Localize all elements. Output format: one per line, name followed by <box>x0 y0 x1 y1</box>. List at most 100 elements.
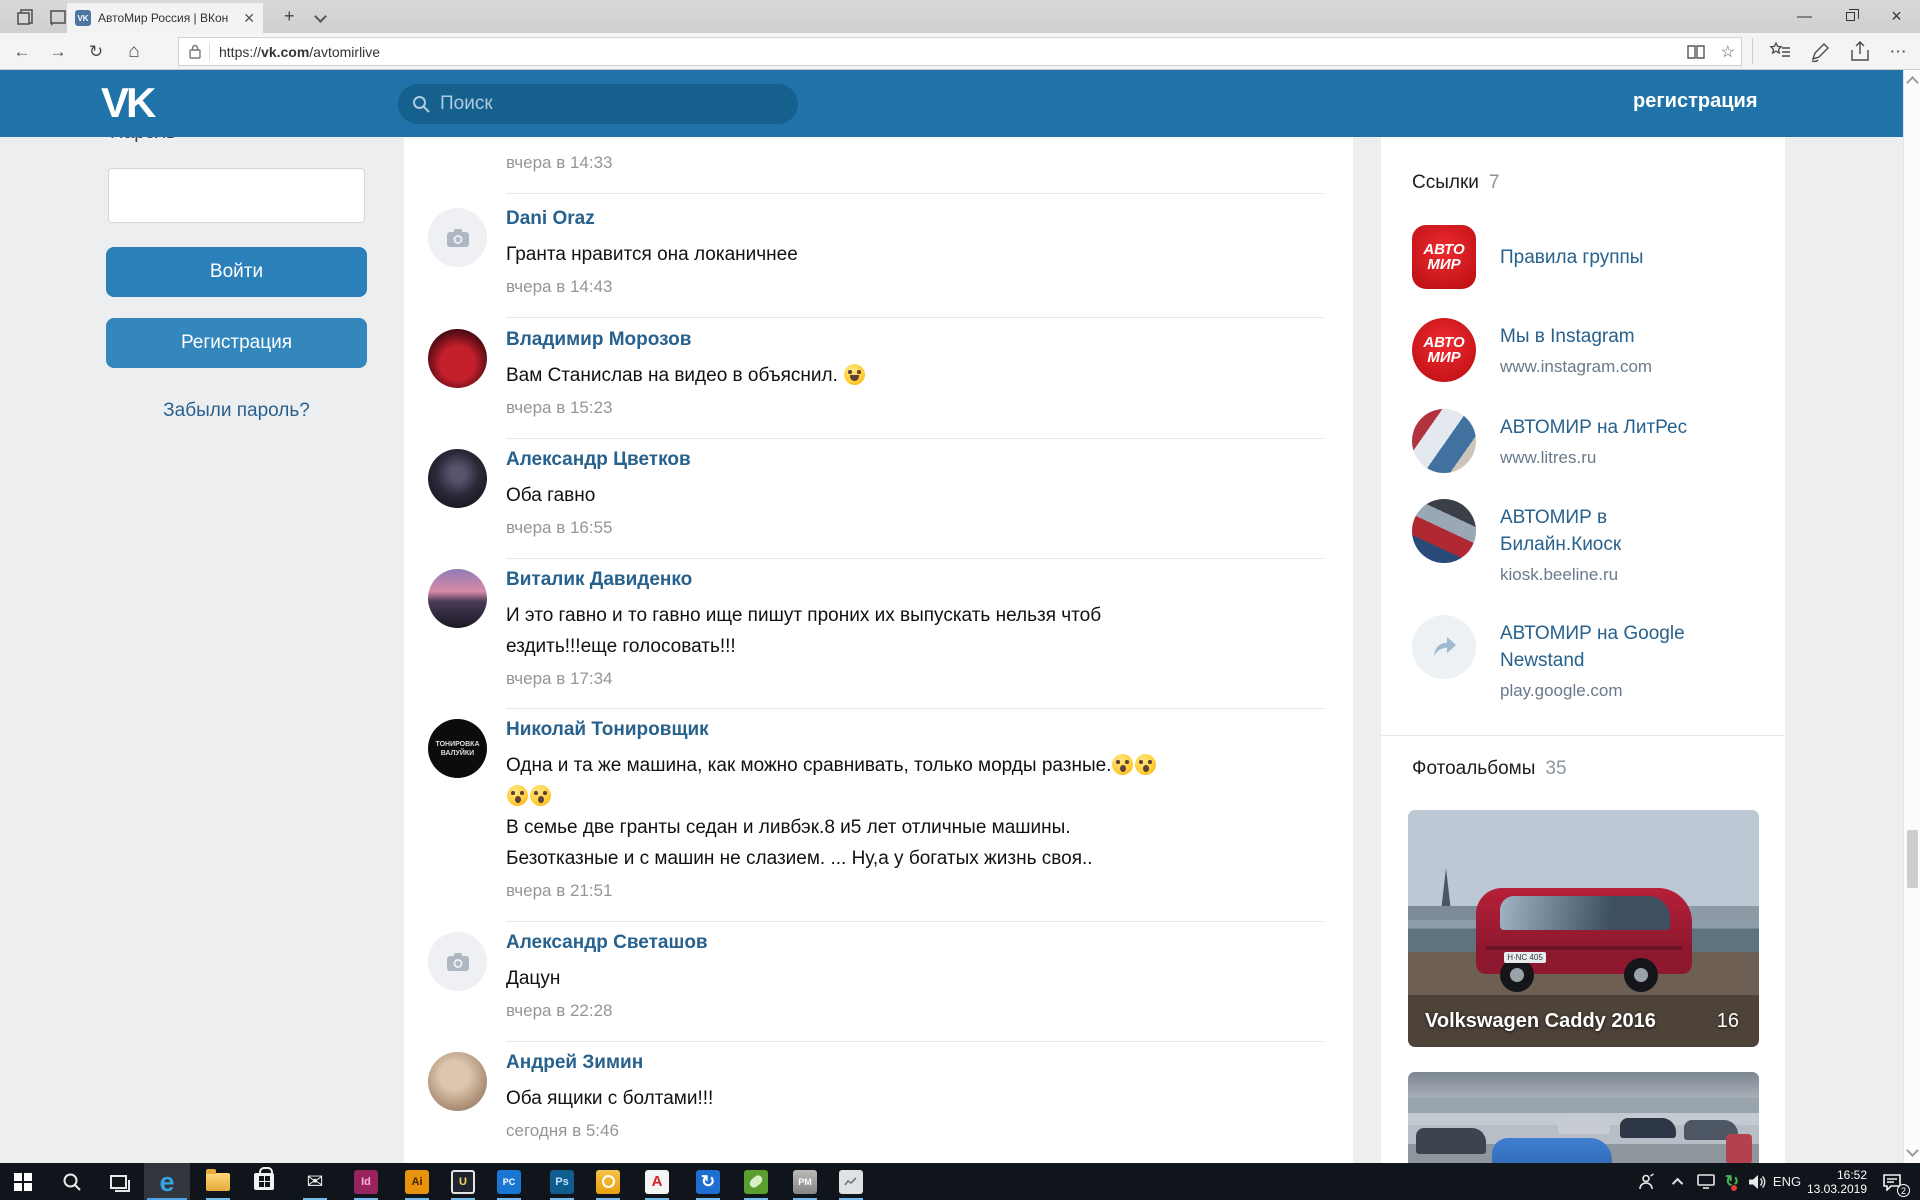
tray-clock[interactable]: 16:5213.03.2019 <box>1806 1163 1868 1200</box>
taskbar-green-app-icon[interactable] <box>733 1163 779 1200</box>
tab-title: АвтоМир Россия | ВКон <box>98 11 236 25</box>
taskbar-planner-app-icon[interactable] <box>585 1163 631 1200</box>
login-button[interactable]: Войти <box>106 247 367 297</box>
browser-scrollbar[interactable] <box>1903 70 1920 1163</box>
taskbar-photoshop-icon[interactable]: Ps <box>539 1163 585 1200</box>
tray-chevron-up-icon[interactable] <box>1665 1163 1693 1200</box>
taskbar-illustrator-icon[interactable]: Ai <box>394 1163 440 1200</box>
reading-view-icon[interactable] <box>1687 44 1705 60</box>
tray-people-icon[interactable] <box>1630 1163 1662 1200</box>
albums-section-header[interactable]: Фотоальбомы35 <box>1412 758 1567 780</box>
comment-author-link[interactable]: Андрей Зимин <box>506 1052 1336 1074</box>
separator <box>506 921 1324 922</box>
search-box[interactable] <box>398 84 798 124</box>
taskbar-indesign-icon[interactable]: Id <box>343 1163 389 1200</box>
comment-author-link[interactable]: Dani Oraz <box>506 208 1336 230</box>
comment-timestamp[interactable]: вчера в 14:43 <box>506 277 1336 297</box>
window-restore-button[interactable] <box>1828 0 1873 32</box>
links-count: 7 <box>1489 172 1500 193</box>
sidebar-link-google-newstand[interactable]: АВТОМИР на Google Newstandplay.google.co… <box>1412 615 1762 711</box>
sidebar-link-instagram[interactable]: АВТО МИР Мы в Instagramwww.instagram.com <box>1412 318 1762 382</box>
taskbar-pagemaker-icon[interactable]: PM <box>782 1163 828 1200</box>
tray-date: 13.03.2019 <box>1807 1182 1867 1196</box>
tab-close-icon[interactable]: ✕ <box>243 10 255 27</box>
tab-list-chevron-icon[interactable] <box>314 10 327 23</box>
taskbar-file-explorer-icon[interactable] <box>195 1163 241 1200</box>
scroll-down-arrow-icon[interactable] <box>1906 1144 1919 1157</box>
taskbar-acrobat-icon[interactable]: A <box>634 1163 680 1200</box>
sidebar-link-rules[interactable]: АВТО МИР Правила группы <box>1412 225 1762 289</box>
avatar-camera-placeholder-icon[interactable] <box>428 208 487 267</box>
annotate-pen-icon[interactable] <box>1808 40 1832 64</box>
comment-author-link[interactable]: Александр Светашов <box>506 932 1336 954</box>
taskbar-mail-icon[interactable]: ✉ <box>292 1163 338 1200</box>
avatar-tinting-logo[interactable]: ТОНИРОВКА ВАЛУЙКИ <box>428 719 487 778</box>
comment-timestamp[interactable]: вчера в 17:34 <box>506 669 1336 689</box>
comment-author-link[interactable]: Александр Цветков <box>506 449 1336 471</box>
browser-titlebar: VK АвтоМир Россия | ВКон ✕ + — × <box>0 0 1920 33</box>
taskbar-sync-app-icon[interactable]: ↻ <box>685 1163 731 1200</box>
comment-timestamp[interactable]: вчера в 14:33 <box>506 153 613 173</box>
back-icon[interactable]: ← <box>10 40 34 64</box>
taskbar-search-icon[interactable] <box>49 1163 95 1200</box>
register-button[interactable]: Регистрация <box>106 318 367 368</box>
links-section-header[interactable]: Ссылки7 <box>1412 172 1499 194</box>
avatar-red-car-photo[interactable] <box>428 329 487 388</box>
scrollbar-thumb[interactable] <box>1907 830 1918 888</box>
taskbar-store-icon[interactable] <box>241 1163 287 1200</box>
avatar-dark-portrait-photo[interactable] <box>428 449 487 508</box>
avatar-marble-photo[interactable] <box>428 1052 487 1111</box>
header-register-link[interactable]: регистрация <box>1633 90 1757 113</box>
forgot-password-link[interactable]: Забыли пароль? <box>106 400 367 422</box>
taskbar-scanner-app-icon[interactable]: U <box>440 1163 486 1200</box>
avatar-sunset-photo[interactable] <box>428 569 487 628</box>
taskbar-pc-app-icon[interactable]: PC <box>486 1163 532 1200</box>
tray-network-icon[interactable] <box>1692 1163 1720 1200</box>
home-icon[interactable]: ⌂ <box>122 40 146 64</box>
search-input[interactable] <box>440 93 760 115</box>
task-view-icon[interactable] <box>95 1163 141 1200</box>
window-close-button[interactable]: × <box>1874 0 1919 32</box>
avtomir-logo: АВТО МИР <box>1412 225 1476 289</box>
tab-preview-icon[interactable] <box>48 7 68 27</box>
comment-timestamp[interactable]: вчера в 21:51 <box>506 881 1336 901</box>
comment-timestamp[interactable]: вчера в 15:23 <box>506 398 1336 418</box>
comment-author-link[interactable]: Виталик Давиденко <box>506 569 1336 591</box>
comment-timestamp[interactable]: сегодня в 5:46 <box>506 1121 1336 1141</box>
tray-language-label[interactable]: ENG <box>1770 1163 1804 1200</box>
comment-text: Оба гавно <box>506 480 1336 511</box>
link-url: www.litres.ru <box>1500 445 1687 470</box>
set-tabs-aside-icon[interactable] <box>16 7 36 27</box>
start-button[interactable] <box>0 1163 46 1200</box>
browser-tab[interactable]: VK АвтоМир Россия | ВКон ✕ <box>67 3 263 33</box>
hub-icon[interactable] <box>1768 40 1792 64</box>
sidebar-link-litres[interactable]: АВТОМИР на ЛитРесwww.litres.ru <box>1412 409 1762 473</box>
address-bar[interactable]: https://vk.com/avtomirlive ☆ <box>178 37 1742 66</box>
vk-logo[interactable]: VK <box>101 79 153 127</box>
lock-icon <box>189 44 201 59</box>
taskbar-monitor-app-icon[interactable] <box>828 1163 874 1200</box>
forward-icon[interactable]: → <box>46 40 70 64</box>
refresh-icon[interactable]: ↻ <box>84 40 108 64</box>
photo-album-card[interactable] <box>1408 1072 1759 1163</box>
avatar-camera-placeholder-icon[interactable] <box>428 932 487 991</box>
photo-album-card[interactable]: H·NC 405 Volkswagen Caddy 2016 16 <box>1408 810 1759 1047</box>
share-icon[interactable] <box>1848 40 1872 64</box>
taskbar-edge-icon[interactable]: e <box>144 1163 190 1200</box>
scroll-up-arrow-icon[interactable] <box>1906 76 1919 89</box>
link-url: play.google.com <box>1500 678 1685 703</box>
album-title: Volkswagen Caddy 2016 <box>1425 1010 1656 1033</box>
comment-author-link[interactable]: Николай Тонировщик <box>506 719 1336 741</box>
comment-timestamp[interactable]: вчера в 22:28 <box>506 1001 1336 1021</box>
sidebar-link-beeline[interactable]: АВТОМИР в Билайн.Киоскkiosk.beeline.ru <box>1412 499 1762 595</box>
comment-author-link[interactable]: Владимир Морозов <box>506 329 1336 351</box>
more-icon[interactable]: ⋯ <box>1886 40 1910 64</box>
tray-volume-icon[interactable] <box>1742 1163 1772 1200</box>
magazine-cars-photo <box>1412 499 1476 563</box>
comment-timestamp[interactable]: вчера в 16:55 <box>506 518 1336 538</box>
action-center-icon[interactable]: 2 <box>1872 1163 1912 1200</box>
new-tab-button[interactable]: + <box>284 6 295 27</box>
window-minimize-button[interactable]: — <box>1782 0 1827 32</box>
favorite-star-icon[interactable]: ☆ <box>1721 42 1735 62</box>
password-field[interactable] <box>108 168 365 223</box>
